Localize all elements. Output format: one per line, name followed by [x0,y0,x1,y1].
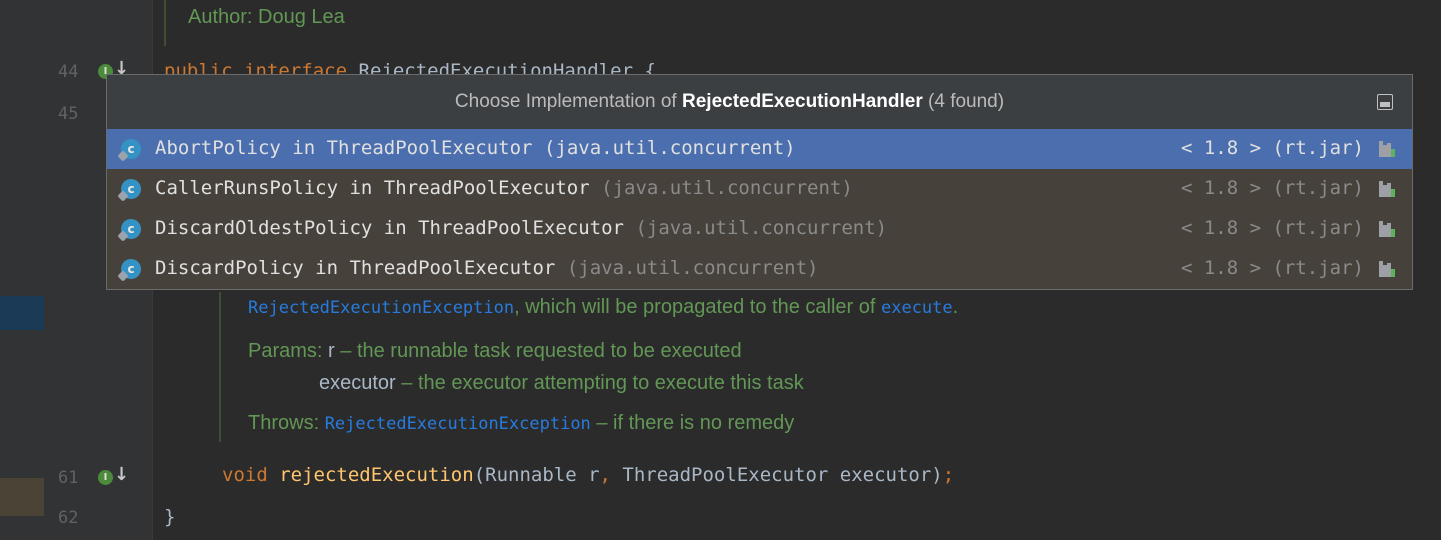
item-library: < 1.8 > (rt.jar) [1180,217,1364,239]
implementation-item-abortpolicy[interactable]: c AbortPolicy in ThreadPoolExecutor (jav… [107,129,1412,169]
library-icon [1379,141,1396,157]
implementation-item-discardoldestpolicy[interactable]: c DiscardOldestPolicy in ThreadPoolExecu… [107,209,1412,249]
item-name: AbortPolicy in ThreadPoolExecutor [155,137,533,159]
line-number-44: 44 [58,62,79,82]
class-icon: c [121,179,141,199]
line-number-62: 62 [58,508,79,528]
doc-params-line: Params: r – the runnable task requested … [248,340,742,362]
doc-link-exception[interactable]: RejectedExecutionException [248,298,514,318]
doc-code-execute[interactable]: execute [881,298,953,318]
line-number-45: 45 [58,104,79,124]
library-icon [1379,261,1396,277]
doc-param-r: r [328,340,335,362]
doc-link-throws-exception[interactable]: RejectedExecutionException [325,414,591,434]
doc-rail-top [164,0,166,46]
code-line-62: } [164,506,176,528]
method-name[interactable]: rejectedExecution [279,464,473,486]
doc-rail-bottom [219,292,221,442]
doc-param-executor: executor [319,372,396,394]
item-library: < 1.8 > (rt.jar) [1180,137,1364,159]
item-package: (java.util.concurrent) [555,257,819,279]
line-number-61: 61 [58,468,79,488]
choose-implementation-popup[interactable]: Choose Implementation of RejectedExecuti… [106,74,1413,290]
implementation-item-discardpolicy[interactable]: c DiscardPolicy in ThreadPoolExecutor (j… [107,249,1412,289]
doc-line-exception: RejectedExecutionException, which will b… [248,296,959,318]
item-library: < 1.8 > (rt.jar) [1180,257,1364,279]
implementation-item-callerrunspolicy[interactable]: c CallerRunsPolicy in ThreadPoolExecutor… [107,169,1412,209]
popup-title-interface: RejectedExecutionHandler [682,91,923,112]
class-icon: c [121,219,141,239]
library-icon [1379,181,1396,197]
popup-header: Choose Implementation of RejectedExecuti… [107,75,1412,129]
item-name: DiscardPolicy in ThreadPoolExecutor [155,257,556,279]
item-name: CallerRunsPolicy in ThreadPoolExecutor [155,177,590,199]
doc-param-executor-line: executor – the executor attempting to ex… [319,372,804,394]
library-icon [1379,221,1396,237]
open-in-find-window-icon[interactable] [1377,94,1393,110]
gutter-marker-blue [0,296,44,330]
class-icon: c [121,139,141,159]
item-package: (java.util.concurrent) [624,217,888,239]
implemented-method-icon[interactable]: I [98,470,113,485]
doc-throws-line: Throws: RejectedExecutionException – if … [248,412,795,434]
item-package: (java.util.concurrent) [589,177,853,199]
keyword-void: void [222,464,268,486]
gutter-marker-brown [0,478,44,516]
class-icon: c [121,259,141,279]
doc-params-label: Params: [248,340,329,362]
doc-throws-label: Throws: [248,412,325,434]
doc-author: Author: Doug Lea [188,6,345,28]
item-library: < 1.8 > (rt.jar) [1180,177,1364,199]
code-line-61: void rejectedExecution(Runnable r, Threa… [222,464,955,486]
popup-title: Choose Implementation of RejectedExecuti… [454,91,1005,112]
item-name: DiscardOldestPolicy in ThreadPoolExecuto… [155,217,624,239]
item-package: (java.util.concurrent) [532,137,796,159]
method-implementations-arrow-icon[interactable]: ↓ [114,464,129,485]
